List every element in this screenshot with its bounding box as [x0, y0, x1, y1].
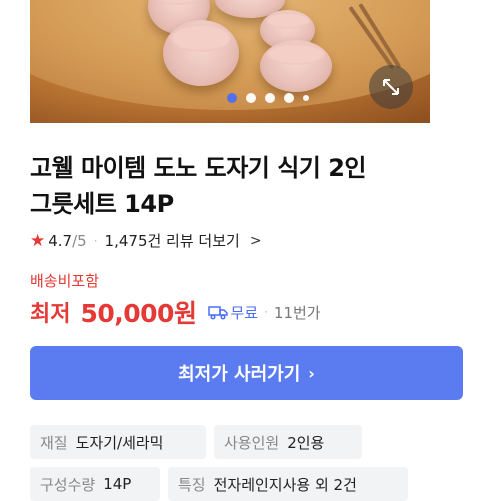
bowl-image	[260, 40, 332, 92]
shipping-included-label: 배송비포함	[30, 272, 100, 290]
carousel-dot[interactable]	[246, 93, 256, 103]
carousel-dot-active[interactable]	[227, 93, 237, 103]
rating-max: /5	[72, 231, 87, 250]
buy-lowest-price-button[interactable]: 최저가 사러가기 ›	[30, 346, 463, 400]
separator-dot: ·	[93, 233, 98, 248]
product-title-line2: 그릇세트 14P	[30, 190, 174, 218]
product-image-carousel[interactable]	[30, 0, 430, 123]
review-link[interactable]: 1,475건 리뷰 더보기	[105, 230, 240, 251]
spec-value: 2인용	[287, 433, 325, 452]
spec-key: 특징	[178, 475, 206, 494]
carousel-dot[interactable]	[284, 93, 294, 103]
bowl-image	[163, 20, 239, 86]
free-shipping-label: 무료	[230, 303, 259, 322]
spec-chip-features: 특징 전자레인지사용 외 2건	[168, 467, 408, 501]
carousel-dot[interactable]	[265, 93, 275, 103]
product-title-line1: 고웰 마이템 도노 도자기 식기 2인	[30, 154, 367, 182]
rating-value: 4.7	[48, 231, 73, 250]
spec-key: 구성수량	[40, 475, 96, 494]
spec-key: 재질	[40, 433, 68, 452]
carousel-dot[interactable]	[303, 95, 309, 101]
expand-image-button[interactable]	[369, 65, 413, 109]
spec-chip-material: 재질 도자기/세라믹	[30, 425, 206, 459]
price-row: 최저 50,000원 무료 · 11번가	[30, 294, 321, 330]
spec-key: 사용인원	[224, 433, 280, 452]
expand-arrows-icon	[383, 79, 399, 95]
spec-value: 도자기/세라믹	[75, 433, 164, 452]
spec-value: 전자레인지사용 외 2건	[213, 475, 357, 494]
product-title: 고웰 마이템 도노 도자기 식기 2인 그릇세트 14P	[30, 150, 460, 222]
spec-chip-servings: 사용인원 2인용	[214, 425, 362, 459]
spec-chip-quantity: 구성수량 14P	[30, 467, 160, 501]
lowest-price-label: 최저	[30, 302, 71, 327]
chevron-right-icon: >	[249, 232, 262, 249]
carousel-indicator	[227, 93, 309, 103]
seller-name: 11번가	[273, 303, 321, 322]
price-value: 50,000원	[80, 299, 197, 328]
separator-dot: ·	[264, 305, 268, 319]
spec-value: 14P	[103, 475, 132, 493]
chevron-right-icon: ›	[308, 363, 315, 383]
truck-icon	[208, 304, 229, 320]
buy-button-label: 최저가 사러가기	[178, 364, 301, 385]
star-icon: ★	[30, 230, 46, 251]
rating-row[interactable]: ★ 4.7 /5 · 1,475건 리뷰 더보기 >	[30, 230, 262, 251]
